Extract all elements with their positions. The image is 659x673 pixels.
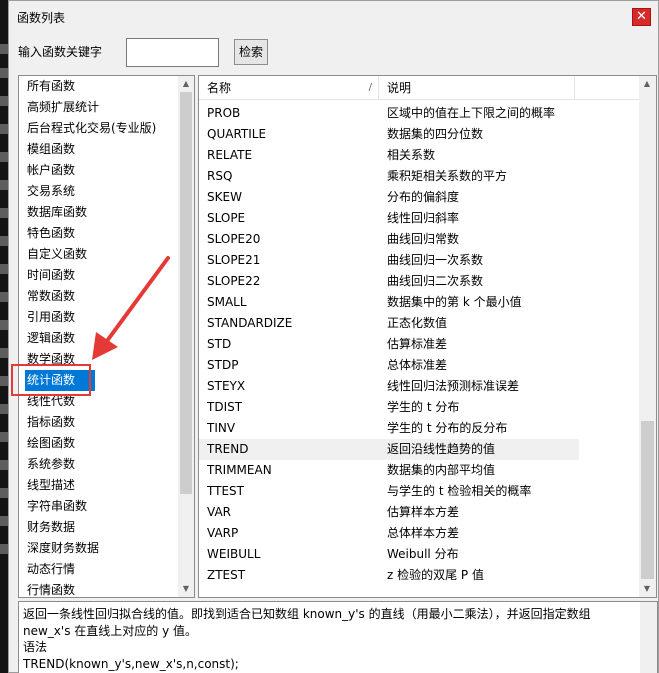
callout-arrow-icon	[92, 256, 170, 360]
